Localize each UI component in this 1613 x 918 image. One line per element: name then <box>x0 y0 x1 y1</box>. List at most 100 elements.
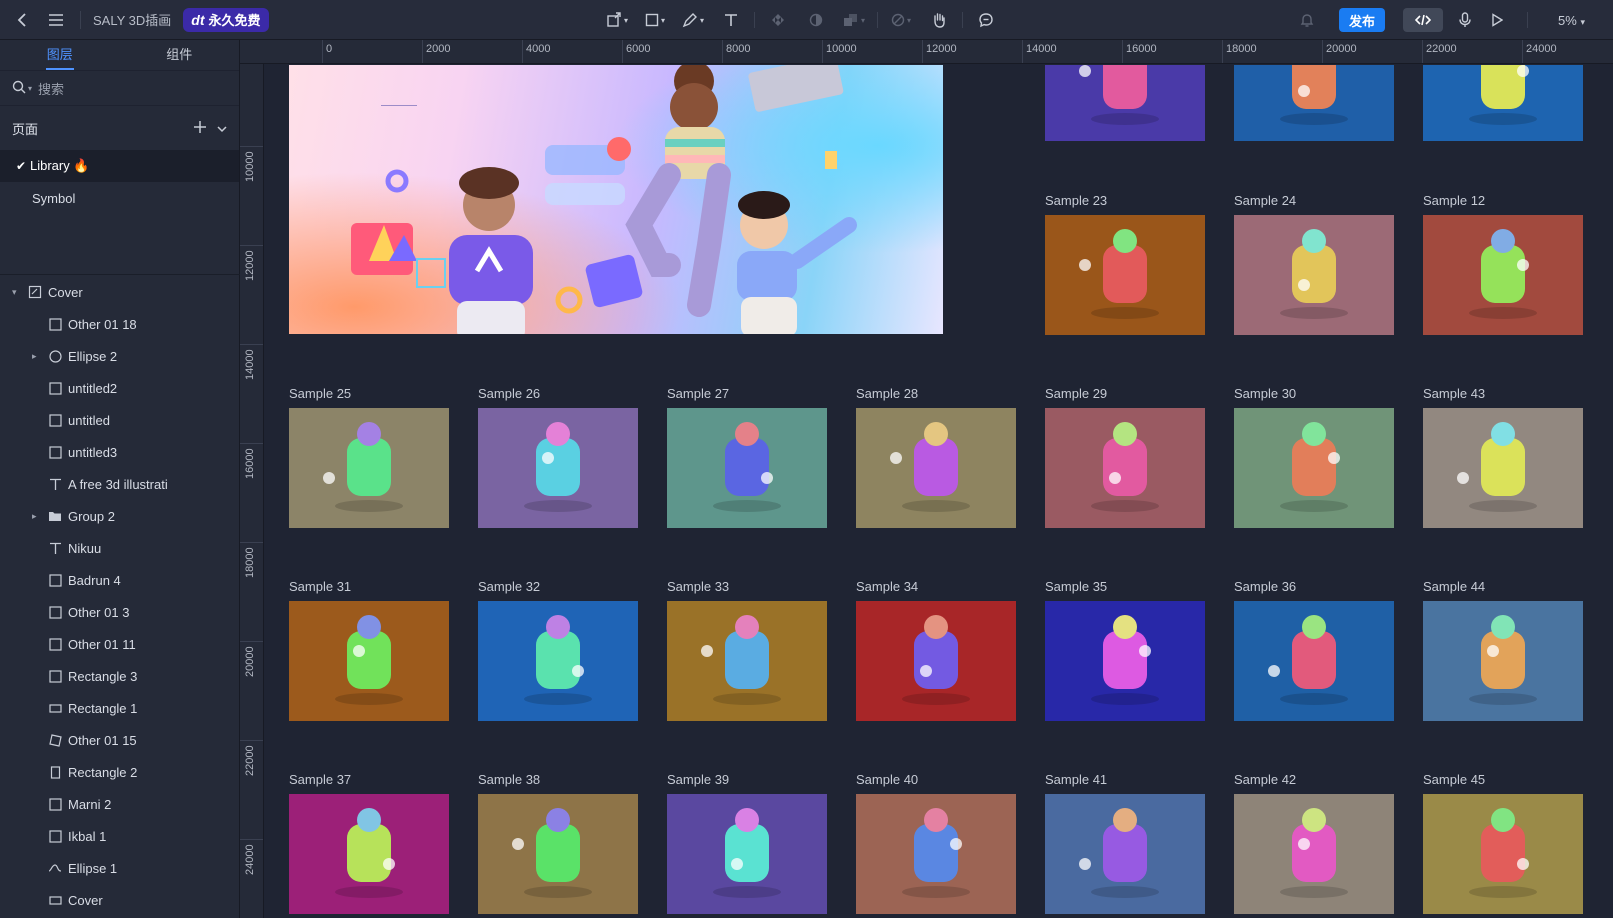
artboard-label[interactable]: Sample 40 <box>856 772 918 787</box>
sample-artboard[interactable]: Sample 28 <box>856 386 1016 528</box>
sample-artboard[interactable]: Sample 30 <box>1234 386 1394 528</box>
artboard-label[interactable]: Sample 42 <box>1234 772 1296 787</box>
sample-artboard[interactable]: Sample 23 <box>1045 193 1205 335</box>
layer-item[interactable]: Ellipse 1 <box>0 852 240 884</box>
layer-item[interactable]: Other 01 15 <box>0 724 240 756</box>
chevron-down-icon[interactable]: ▾ <box>12 287 17 298</box>
comment-icon[interactable] <box>967 0 1005 40</box>
zoom-control[interactable]: 5% ▾ <box>1558 13 1585 28</box>
page-item-library[interactable]: ✔ Library 🔥 <box>0 150 239 182</box>
sample-artboard[interactable]: Sample 39 <box>667 772 827 914</box>
rectangle-tool-icon[interactable]: ▾ <box>636 0 674 40</box>
artboard-label[interactable]: Sample 12 <box>1423 193 1485 208</box>
boolean-icon[interactable]: ▾ <box>835 0 873 40</box>
artboard-label[interactable]: Sample 30 <box>1234 386 1296 401</box>
sample-artboard[interactable]: Sample 33 <box>667 579 827 721</box>
sample-artboard[interactable]: Sample 42 <box>1234 772 1394 914</box>
artboard-label[interactable]: Sample 35 <box>1045 579 1107 594</box>
play-icon[interactable] <box>1487 0 1507 40</box>
artboard-label[interactable]: Sample 45 <box>1423 772 1485 787</box>
layer-item[interactable]: Cover <box>0 884 240 916</box>
artboard-label[interactable]: Sample 36 <box>1234 579 1296 594</box>
search-input[interactable]: 搜索 <box>38 79 64 98</box>
bell-icon[interactable] <box>1297 0 1317 40</box>
artboard-label[interactable]: Sample 32 <box>478 579 540 594</box>
layer-item[interactable]: A free 3d illustrati <box>0 468 240 500</box>
file-title[interactable]: SALY 3D插画 <box>93 10 171 29</box>
layer-item[interactable]: untitled3 <box>0 436 240 468</box>
artboard-label[interactable]: Sample 27 <box>667 386 729 401</box>
sample-artboard[interactable]: Sample 34 <box>856 579 1016 721</box>
sample-artboard[interactable]: Sample 45 <box>1423 772 1583 914</box>
layer-item[interactable]: Other 01 18 <box>0 308 240 340</box>
layer-item[interactable]: Rectangle 2 <box>0 756 240 788</box>
microphone-icon[interactable] <box>1455 0 1475 40</box>
artboard-label[interactable]: Sample 26 <box>478 386 540 401</box>
tab-layers[interactable]: 图层 <box>0 40 120 70</box>
artboard-label[interactable]: Sample 34 <box>856 579 918 594</box>
page-item-symbol[interactable]: Symbol <box>0 182 239 214</box>
chevron-down-icon[interactable] <box>217 121 227 136</box>
sample-artboard[interactable]: Sample 36 <box>1234 579 1394 721</box>
sample-artboard[interactable]: Sample 38 <box>478 772 638 914</box>
artboard-label[interactable]: Sample 29 <box>1045 386 1107 401</box>
artboard-label[interactable]: Sample 24 <box>1234 193 1296 208</box>
artboard-label[interactable]: Sample 28 <box>856 386 918 401</box>
layer-item[interactable]: Marni 2 <box>0 788 240 820</box>
sample-artboard[interactable]: Sample 40 <box>856 772 1016 914</box>
menu-icon[interactable] <box>44 0 68 40</box>
code-mode-button[interactable] <box>1403 8 1444 32</box>
sample-artboard[interactable]: Sample 35 <box>1045 579 1205 721</box>
layer-item[interactable]: ▸ Group 2 <box>0 500 240 532</box>
sample-artboard[interactable]: Sample 32 <box>478 579 638 721</box>
artboard-label[interactable]: Sample 44 <box>1423 579 1485 594</box>
layer-item[interactable]: ▾ Cover <box>0 276 240 308</box>
back-icon[interactable] <box>0 0 44 40</box>
hand-tool-icon[interactable] <box>920 0 958 40</box>
text-tool-icon[interactable] <box>712 0 750 40</box>
sample-artboard[interactable]: Sample 26 <box>478 386 638 528</box>
frame-tool-icon[interactable]: ▾ <box>598 0 636 40</box>
layer-item[interactable]: Other 01 3 <box>0 596 240 628</box>
chevron-right-icon[interactable]: ▸ <box>32 351 37 362</box>
artboard-label[interactable]: Sample 23 <box>1045 193 1107 208</box>
artboard-label[interactable]: Sample 37 <box>289 772 351 787</box>
artboard-label[interactable]: Sample 38 <box>478 772 540 787</box>
sample-artboard[interactable] <box>1423 65 1583 141</box>
cover-artboard[interactable] <box>289 65 943 334</box>
artboard-label[interactable]: Sample 33 <box>667 579 729 594</box>
layer-item[interactable]: Badrun 4 <box>0 564 240 596</box>
layer-item[interactable]: Other 01 11 <box>0 628 240 660</box>
pen-tool-icon[interactable]: ▾ <box>674 0 712 40</box>
sample-artboard[interactable]: Sample 41 <box>1045 772 1205 914</box>
artboard-label[interactable]: Sample 31 <box>289 579 351 594</box>
layer-item[interactable]: Ikbal 1 <box>0 820 240 852</box>
sample-artboard[interactable]: Sample 31 <box>289 579 449 721</box>
sample-artboard[interactable] <box>1234 65 1394 141</box>
add-page-icon[interactable] <box>193 120 207 137</box>
sample-artboard[interactable]: Sample 29 <box>1045 386 1205 528</box>
component-icon[interactable] <box>759 0 797 40</box>
chevron-right-icon[interactable]: ▸ <box>32 511 37 522</box>
layer-item[interactable]: ▸ Ellipse 2 <box>0 340 240 372</box>
layer-item[interactable]: Nikuu <box>0 532 240 564</box>
sample-artboard[interactable]: Sample 43 <box>1423 386 1583 528</box>
sample-artboard[interactable] <box>1045 65 1205 141</box>
mask-icon[interactable] <box>797 0 835 40</box>
sample-artboard[interactable]: Sample 12 <box>1423 193 1583 335</box>
layer-item[interactable]: Rectangle 1 <box>0 692 240 724</box>
artboard-label[interactable]: Sample 39 <box>667 772 729 787</box>
sample-artboard[interactable]: Sample 37 <box>289 772 449 914</box>
sample-artboard[interactable]: Sample 24 <box>1234 193 1394 335</box>
sample-artboard[interactable]: Sample 44 <box>1423 579 1583 721</box>
sample-artboard[interactable]: Sample 25 <box>289 386 449 528</box>
layer-item[interactable]: untitled <box>0 404 240 436</box>
tab-components[interactable]: 组件 <box>120 40 240 70</box>
layer-search[interactable]: ▾ 搜索 <box>0 70 239 106</box>
artboard-label[interactable]: Sample 43 <box>1423 386 1485 401</box>
layer-item[interactable]: Rectangle 3 <box>0 660 240 692</box>
sample-artboard[interactable]: Sample 27 <box>667 386 827 528</box>
disable-icon[interactable]: ▾ <box>882 0 920 40</box>
promo-badge[interactable]: dt 永久免费 <box>183 7 269 32</box>
layer-item[interactable]: untitled2 <box>0 372 240 404</box>
